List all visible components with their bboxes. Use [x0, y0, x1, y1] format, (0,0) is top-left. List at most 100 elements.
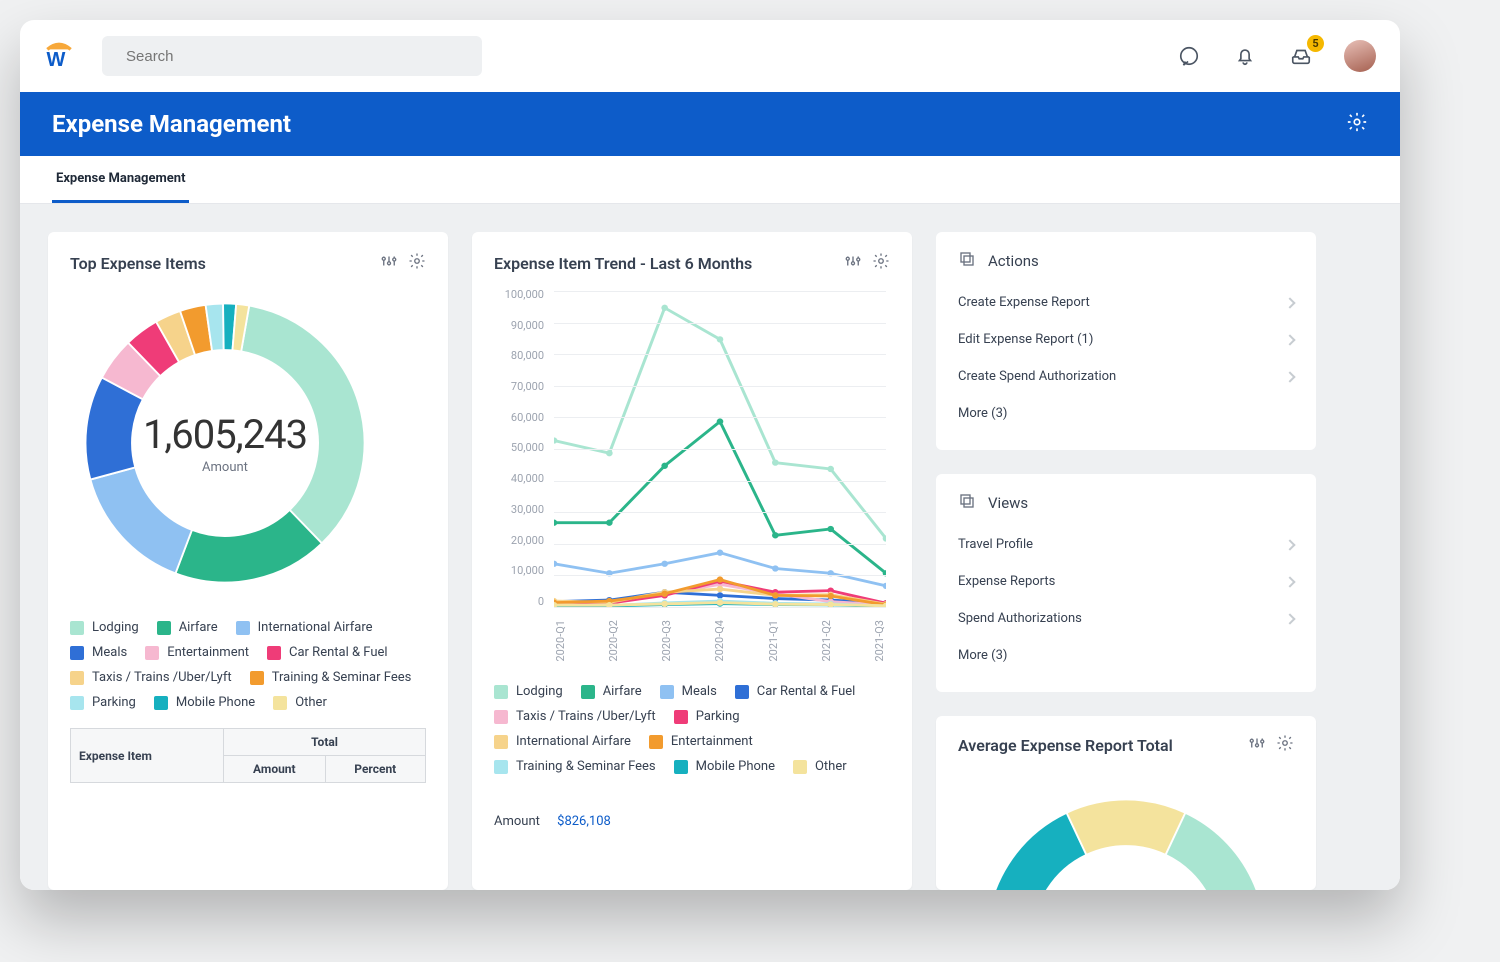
tab-expense-management[interactable]: Expense Management — [52, 171, 189, 203]
legend-label: Taxis / Trains /Uber/Lyft — [92, 670, 232, 685]
legend-label: Entertainment — [167, 645, 249, 660]
legend-item[interactable]: Taxis / Trains /Uber/Lyft — [494, 709, 656, 724]
gear-icon[interactable] — [1276, 734, 1294, 756]
th-amount: Amount — [224, 756, 325, 783]
actions-item[interactable]: Create Spend Authorization — [958, 358, 1294, 395]
views-item[interactable]: Travel Profile — [958, 526, 1294, 563]
chevron-right-icon — [1284, 334, 1295, 345]
legend-label: Mobile Phone — [176, 695, 255, 710]
legend-item[interactable]: Entertainment — [145, 645, 249, 660]
legend-item[interactable]: Car Rental & Fuel — [735, 684, 856, 699]
gear-icon[interactable] — [872, 252, 890, 274]
half-donut-chart[interactable] — [958, 770, 1294, 890]
views-item[interactable]: Spend Authorizations — [958, 600, 1294, 637]
card-average-expense: Average Expense Report Total — [936, 716, 1316, 890]
legend-item[interactable]: Parking — [674, 709, 740, 724]
card-top-expense-items: Top Expense Items 1,605,243 Amount Lodgi… — [48, 232, 448, 890]
section-views: Views Travel Profile Expense Reports Spend… — [936, 474, 1316, 692]
tray-badge: 5 — [1307, 35, 1324, 52]
section-actions: Actions Create Expense ReportEdit Expens… — [936, 232, 1316, 450]
user-avatar[interactable] — [1344, 40, 1376, 72]
legend-label: Entertainment — [671, 734, 753, 749]
th-expense-item: Expense Item — [71, 729, 224, 783]
dashboard-body: Top Expense Items 1,605,243 Amount Lodgi… — [20, 204, 1400, 890]
legend-label: International Airfare — [516, 734, 631, 749]
legend-label: Meals — [92, 645, 127, 660]
top-expense-table: Expense Item Total Amount Percent — [70, 728, 426, 783]
svg-text:W: W — [47, 49, 66, 71]
views-item[interactable]: More (3) — [958, 637, 1294, 674]
actions-item[interactable]: More (3) — [958, 395, 1294, 432]
legend-item[interactable]: Entertainment — [649, 734, 753, 749]
y-tick: 80,000 — [494, 349, 544, 362]
actions-item[interactable]: Edit Expense Report (1) — [958, 321, 1294, 358]
legend-label: Parking — [92, 695, 136, 710]
legend-item[interactable]: International Airfare — [494, 734, 631, 749]
stack-icon — [958, 492, 976, 514]
chat-icon[interactable] — [1176, 43, 1202, 69]
swatch-icon — [649, 735, 663, 749]
donut-chart[interactable]: 1,605,243 Amount — [70, 288, 380, 598]
section-title-label: Actions — [988, 252, 1039, 270]
line-chart[interactable]: 100,00090,00080,00070,00060,00050,00040,… — [494, 288, 890, 638]
y-tick: 40,000 — [494, 472, 544, 485]
filter-icon[interactable] — [1248, 734, 1266, 756]
swatch-icon — [494, 710, 508, 724]
topbar: W 5 — [20, 20, 1400, 92]
swatch-icon — [145, 646, 159, 660]
side-column: Actions Create Expense ReportEdit Expens… — [936, 232, 1316, 890]
legend-item[interactable]: Mobile Phone — [674, 759, 775, 774]
legend-item[interactable]: International Airfare — [236, 620, 373, 635]
x-tick: 2021-Q2 — [820, 620, 833, 662]
legend-label: Training & Seminar Fees — [516, 759, 656, 774]
search-input[interactable] — [126, 48, 468, 65]
swatch-icon — [494, 735, 508, 749]
amount-label: Amount — [494, 814, 540, 829]
section-item-label: More (3) — [958, 406, 1007, 421]
legend-item[interactable]: Training & Seminar Fees — [250, 670, 412, 685]
legend-label: Parking — [696, 709, 740, 724]
swatch-icon — [250, 671, 264, 685]
y-tick: 100,000 — [494, 288, 544, 301]
bell-icon[interactable] — [1232, 43, 1258, 69]
legend-item[interactable]: Training & Seminar Fees — [494, 759, 656, 774]
chevron-right-icon — [1284, 576, 1295, 587]
legend-label: Other — [815, 759, 847, 774]
search-box[interactable] — [102, 36, 482, 76]
legend-item[interactable]: Other — [273, 695, 327, 710]
section-item-label: Spend Authorizations — [958, 611, 1082, 626]
legend-item[interactable]: Car Rental & Fuel — [267, 645, 388, 660]
filter-icon[interactable] — [844, 252, 862, 274]
y-tick: 90,000 — [494, 319, 544, 332]
amount-value[interactable]: $826,108 — [557, 814, 611, 829]
filter-icon[interactable] — [380, 252, 398, 274]
legend-item[interactable]: Meals — [70, 645, 127, 660]
workday-logo[interactable]: W — [44, 41, 74, 71]
section-item-label: Create Spend Authorization — [958, 369, 1116, 384]
legend-label: Car Rental & Fuel — [757, 684, 856, 699]
legend-label: Other — [295, 695, 327, 710]
legend-item[interactable]: Airfare — [157, 620, 218, 635]
legend-item[interactable]: Mobile Phone — [154, 695, 255, 710]
legend-item[interactable]: Meals — [660, 684, 717, 699]
legend-item[interactable]: Lodging — [70, 620, 139, 635]
legend-item[interactable]: Parking — [70, 695, 136, 710]
section-title-label: Views — [988, 494, 1028, 512]
y-tick: 20,000 — [494, 534, 544, 547]
swatch-icon — [674, 760, 688, 774]
legend-item[interactable]: Taxis / Trains /Uber/Lyft — [70, 670, 232, 685]
legend-item[interactable]: Lodging — [494, 684, 563, 699]
views-item[interactable]: Expense Reports — [958, 563, 1294, 600]
gear-icon[interactable] — [408, 252, 426, 274]
legend-item[interactable]: Other — [793, 759, 847, 774]
tray-icon[interactable]: 5 — [1288, 43, 1314, 69]
actions-item[interactable]: Create Expense Report — [958, 284, 1294, 321]
page-settings-icon[interactable] — [1346, 111, 1368, 137]
legend-item[interactable]: Airfare — [581, 684, 642, 699]
section-item-label: Expense Reports — [958, 574, 1055, 589]
card-title: Average Expense Report Total — [958, 736, 1173, 755]
x-tick: 2020-Q4 — [713, 620, 726, 662]
chevron-right-icon — [1284, 613, 1295, 624]
legend-label: Training & Seminar Fees — [272, 670, 412, 685]
donut-center-label: Amount — [143, 460, 307, 475]
